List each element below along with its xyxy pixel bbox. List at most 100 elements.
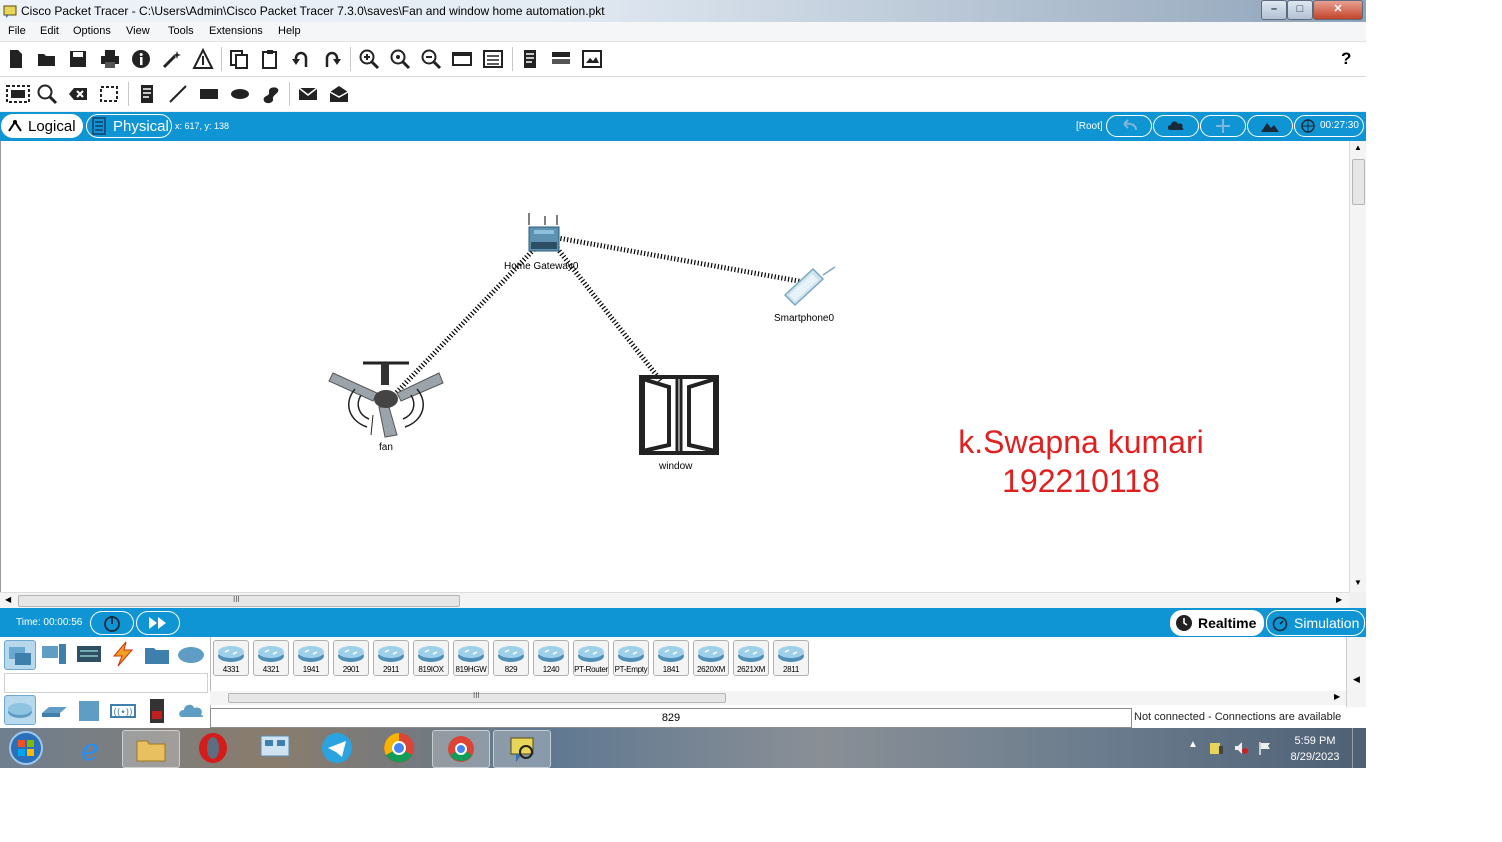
place-note-icon[interactable]: [136, 83, 158, 105]
complex-pdu-icon[interactable]: [328, 83, 350, 105]
realtime-mode-button[interactable]: Realtime: [1170, 610, 1264, 636]
menu-edit[interactable]: Edit: [40, 25, 59, 37]
inspect-tool-icon[interactable]: [36, 83, 58, 105]
packet-tracer-taskbar-button[interactable]: [493, 730, 551, 768]
freeform-draw-icon[interactable]: [260, 83, 282, 105]
print-icon[interactable]: [99, 48, 121, 70]
draw-rectangle-icon[interactable]: [198, 83, 220, 105]
scroll-up-arrow-icon[interactable]: ▲: [1354, 143, 1362, 152]
show-hidden-icons-icon[interactable]: ▲: [1188, 739, 1198, 750]
notes-icon[interactable]: [519, 48, 541, 70]
opera-browser-icon[interactable]: [185, 730, 241, 766]
home-gateway-icon[interactable]: [526, 213, 564, 257]
category-end-devices-icon[interactable]: [39, 640, 69, 668]
subcategory-switches-icon[interactable]: [39, 697, 69, 725]
device-model-tile[interactable]: 2911: [373, 640, 409, 676]
resize-shape-icon[interactable]: [98, 83, 120, 105]
move-object-button[interactable]: [1200, 115, 1246, 137]
device-template-icon[interactable]: [550, 48, 572, 70]
custom-devices-icon[interactable]: [482, 48, 504, 70]
action-center-icon[interactable]: [1208, 740, 1224, 756]
device-model-tile[interactable]: 2620XM: [693, 640, 729, 676]
device-model-tile[interactable]: PT-Router: [573, 640, 609, 676]
device-model-tile[interactable]: 1240: [533, 640, 569, 676]
ceiling-fan-icon[interactable]: [327, 359, 445, 439]
delete-tool-icon[interactable]: [67, 83, 89, 105]
menu-extensions[interactable]: Extensions: [209, 25, 263, 37]
panel-collapse-button[interactable]: ◀: [1346, 637, 1366, 707]
help-button[interactable]: ?: [1341, 49, 1351, 69]
volume-muted-icon[interactable]: [1233, 740, 1249, 756]
simple-pdu-icon[interactable]: [297, 83, 319, 105]
maximize-button[interactable]: □: [1287, 0, 1313, 20]
vertical-scroll-thumb[interactable]: [1352, 159, 1365, 205]
screenshot-icon[interactable]: [581, 48, 603, 70]
logical-workspace-canvas[interactable]: Home Gateway0 Smartphone0 fan window k.S…: [0, 141, 1350, 592]
subcategory-wan-emulation-icon[interactable]: [176, 697, 206, 725]
device-list-scrollbar[interactable]: III ▶: [210, 691, 1346, 705]
subcategory-hubs-icon[interactable]: [74, 697, 104, 725]
device-model-tile[interactable]: 4321: [253, 640, 289, 676]
control-panel-icon[interactable]: [247, 730, 303, 766]
category-network-devices[interactable]: [4, 640, 36, 670]
subcategory-wireless-icon[interactable]: ((•)): [108, 697, 138, 725]
menu-tools[interactable]: Tools: [168, 25, 194, 37]
device-search-field[interactable]: [4, 673, 208, 693]
power-cycle-button[interactable]: [90, 611, 134, 635]
undo-icon[interactable]: [290, 48, 312, 70]
device-model-tile[interactable]: 2811: [773, 640, 809, 676]
device-model-tile[interactable]: 1941: [293, 640, 329, 676]
device-model-tile[interactable]: 4331: [213, 640, 249, 676]
chrome-taskbar-button[interactable]: [432, 730, 490, 768]
network-flag-icon[interactable]: [1257, 740, 1273, 756]
tab-physical[interactable]: Physical: [86, 114, 172, 138]
wizard-icon[interactable]: [161, 48, 183, 70]
scroll-down-arrow-icon[interactable]: ▼: [1354, 578, 1362, 587]
subcategory-security-icon[interactable]: [142, 697, 172, 725]
copy-icon[interactable]: [228, 48, 250, 70]
smartphone-icon[interactable]: [779, 265, 839, 311]
window-device-icon[interactable]: [639, 375, 719, 457]
device-model-tile[interactable]: 819IOX: [413, 640, 449, 676]
subcategory-routers[interactable]: [4, 695, 36, 725]
draw-line-icon[interactable]: [167, 83, 189, 105]
chrome-icon[interactable]: [371, 730, 427, 766]
network-info-icon[interactable]: [192, 48, 214, 70]
back-button[interactable]: [1106, 115, 1152, 137]
save-icon[interactable]: [67, 48, 89, 70]
telegram-icon[interactable]: [309, 730, 365, 766]
minimize-button[interactable]: –: [1261, 0, 1287, 20]
set-background-button[interactable]: [1247, 115, 1293, 137]
root-level-label[interactable]: [Root]: [1076, 121, 1103, 132]
device-model-tile[interactable]: PT-Empty: [613, 640, 649, 676]
canvas-horizontal-scrollbar[interactable]: ◀ III ▶: [0, 592, 1349, 609]
viewport-clock-button[interactable]: 00:27:30: [1294, 115, 1364, 137]
menu-view[interactable]: View: [126, 25, 150, 37]
category-components-icon[interactable]: [74, 640, 104, 668]
canvas-vertical-scrollbar[interactable]: ▲ ▼: [1349, 141, 1366, 592]
device-scroll-right-icon[interactable]: ▶: [1334, 692, 1340, 701]
file-explorer-taskbar-button[interactable]: [122, 730, 180, 768]
category-misc-icon[interactable]: [142, 640, 172, 668]
tab-logical[interactable]: Logical: [1, 114, 83, 138]
zoom-out-icon[interactable]: [420, 48, 442, 70]
device-model-tile[interactable]: 819HGW: [453, 640, 489, 676]
select-tool-icon[interactable]: [5, 83, 31, 105]
system-clock[interactable]: 5:59 PM 8/29/2023: [1280, 733, 1350, 765]
redo-icon[interactable]: [321, 48, 343, 70]
menu-options[interactable]: Options: [73, 25, 111, 37]
drawing-palette-icon[interactable]: [451, 48, 473, 70]
menu-help[interactable]: Help: [278, 25, 301, 37]
show-desktop-button[interactable]: [1352, 728, 1366, 768]
device-model-tile[interactable]: 1841: [653, 640, 689, 676]
title-bar[interactable]: Cisco Packet Tracer - C:\Users\Admin\Cis…: [0, 0, 1366, 22]
device-model-tile[interactable]: 829: [493, 640, 529, 676]
start-button-icon[interactable]: [6, 730, 46, 766]
device-model-tile[interactable]: 2621XM: [733, 640, 769, 676]
device-model-tile[interactable]: 2901: [333, 640, 369, 676]
category-connections-icon[interactable]: [108, 640, 138, 668]
draw-ellipse-icon[interactable]: [229, 83, 251, 105]
new-file-icon[interactable]: [5, 48, 27, 70]
scroll-right-arrow-icon[interactable]: ▶: [1336, 595, 1342, 604]
zoom-reset-icon[interactable]: [389, 48, 411, 70]
